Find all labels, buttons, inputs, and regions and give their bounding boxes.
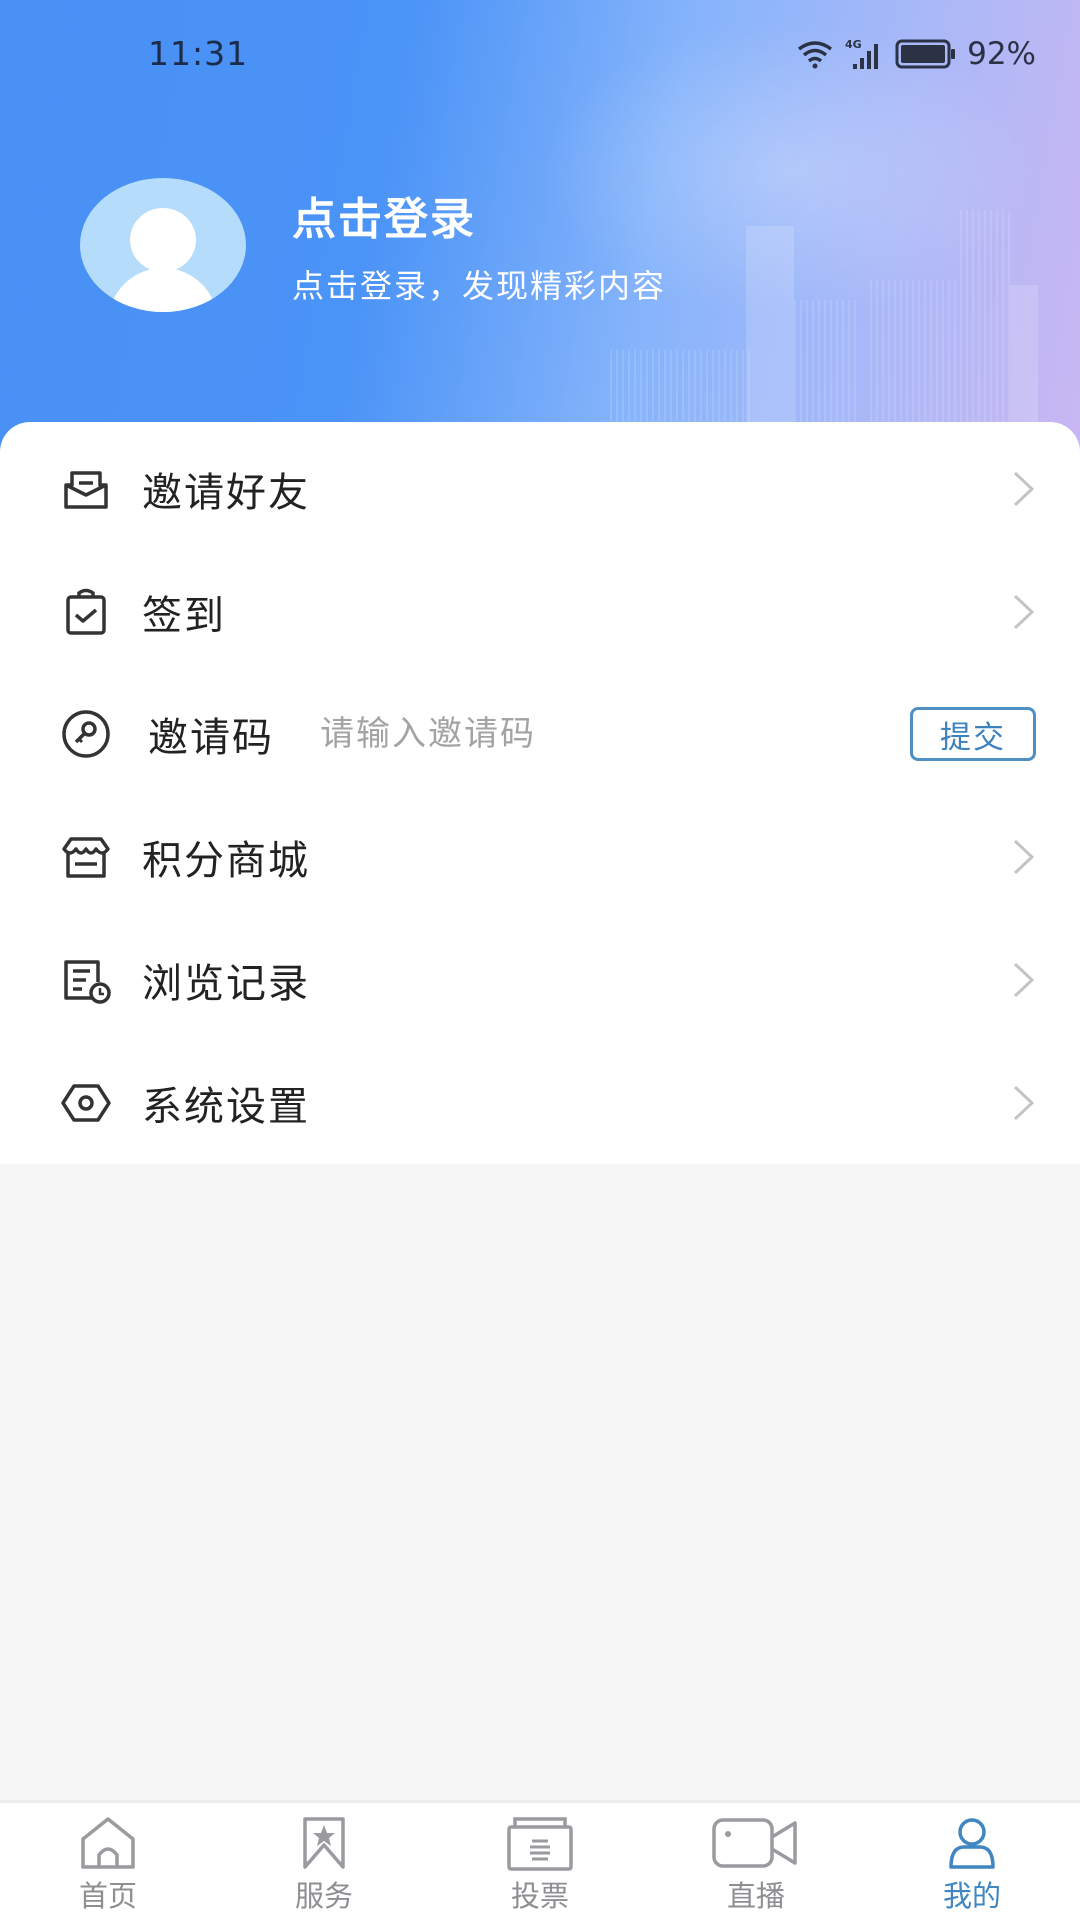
avatar-head <box>130 208 196 272</box>
menu-item-invite-code: 邀请码 提交 <box>0 679 1080 789</box>
cellular-signal-icon: 4G <box>845 38 879 69</box>
tab-label: 直播 <box>726 1879 785 1913</box>
chevron-right-icon <box>1013 471 1035 507</box>
menu-item-points-mall[interactable]: 积分商城 <box>0 802 1080 912</box>
tab-vote[interactable]: 投票 <box>432 1803 648 1920</box>
tab-mine[interactable]: 我的 <box>864 1803 1080 1920</box>
check-in-clipboard-icon <box>66 588 106 635</box>
video-camera-icon <box>712 1818 797 1868</box>
menu-item-label: 邀请好友 <box>142 470 310 516</box>
ballot-box-icon <box>507 1817 573 1871</box>
tab-home[interactable]: 首页 <box>0 1803 216 1920</box>
tab-label: 服务 <box>294 1879 353 1913</box>
history-icon <box>64 960 111 1004</box>
menu-item-check-in[interactable]: 签到 <box>0 557 1080 667</box>
menu-item-label: 积分商城 <box>142 838 310 884</box>
settings-icon <box>61 1084 111 1122</box>
login-prompt[interactable]: 点击登录 点击登录，发现精彩内容 <box>80 178 666 312</box>
tab-label: 投票 <box>510 1879 569 1913</box>
invite-code-input[interactable] <box>320 704 840 764</box>
store-icon <box>62 837 110 878</box>
menu-item-label: 系统设置 <box>142 1084 310 1130</box>
avatar-body <box>108 268 218 312</box>
user-icon <box>949 1818 995 1869</box>
tab-label: 首页 <box>78 1879 137 1913</box>
bookmark-star-icon <box>303 1817 345 1869</box>
key-icon <box>62 710 110 758</box>
tab-label: 我的 <box>942 1879 1001 1913</box>
bottom-tab-bar: 首页 服务 投票 直播 我的 <box>0 1800 1080 1920</box>
chevron-right-icon <box>1013 839 1035 875</box>
status-time: 11:31 <box>148 34 249 73</box>
battery-percentage: 92% <box>967 36 1036 72</box>
chevron-right-icon <box>1013 594 1035 630</box>
invite-envelope-icon <box>64 471 108 509</box>
login-title[interactable]: 点击登录 <box>292 183 666 247</box>
status-icons: 4G 92% <box>795 36 1036 72</box>
profile-header: 11:31 4G 92% 点击登录 点击登录，发现精彩内容 <box>0 0 1080 460</box>
status-bar: 11:31 4G 92% <box>0 0 1080 110</box>
submit-invite-code-button[interactable]: 提交 <box>910 707 1036 761</box>
menu-item-label: 签到 <box>142 593 226 639</box>
login-text[interactable]: 点击登录 点击登录，发现精彩内容 <box>292 183 666 307</box>
network-type-label: 4G <box>845 38 862 51</box>
menu-item-system-settings[interactable]: 系统设置 <box>0 1048 1080 1158</box>
chevron-right-icon <box>1013 962 1035 998</box>
battery-icon <box>895 39 956 69</box>
login-subtitle: 点击登录，发现精彩内容 <box>292 267 667 305</box>
chevron-right-icon <box>1013 1085 1035 1121</box>
menu-list: 邀请好友 签到 邀请码 提交 积分商城 <box>0 422 1080 1164</box>
avatar[interactable] <box>80 178 246 312</box>
home-icon <box>81 1817 135 1869</box>
menu-item-invite-friends[interactable]: 邀请好友 <box>0 434 1080 544</box>
menu-item-browse-history[interactable]: 浏览记录 <box>0 925 1080 1035</box>
tab-live[interactable]: 直播 <box>648 1803 864 1920</box>
wifi-icon <box>798 41 833 69</box>
menu-item-label: 邀请码 <box>148 715 274 761</box>
menu-item-label: 浏览记录 <box>142 961 310 1007</box>
tab-services[interactable]: 服务 <box>216 1803 432 1920</box>
